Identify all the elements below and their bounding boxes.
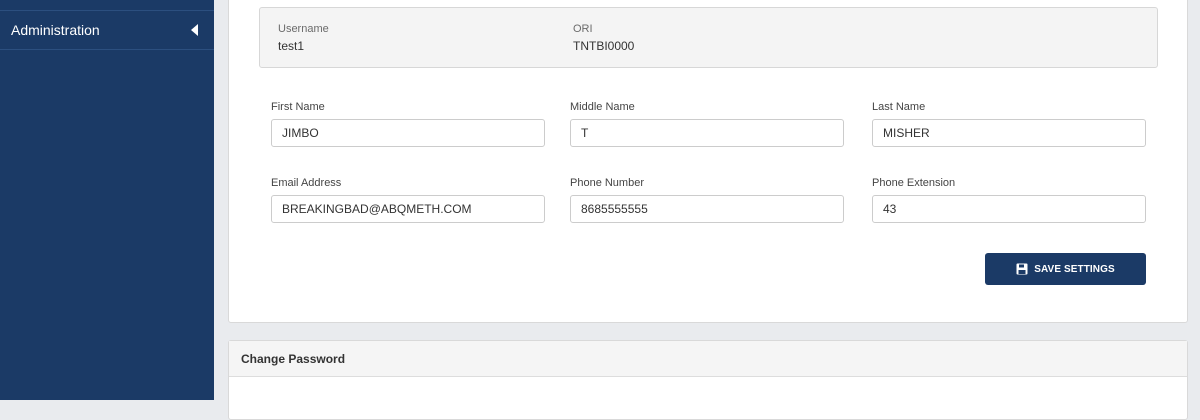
phone-extension-label: Phone Extension — [872, 177, 956, 189]
phone-extension-field[interactable] — [872, 195, 1146, 223]
save-settings-label: SAVE SETTINGS — [1034, 263, 1115, 275]
last-name-field[interactable] — [872, 119, 1146, 147]
email-field[interactable] — [271, 195, 545, 223]
floppy-disk-icon — [1016, 263, 1028, 275]
profile-settings-card: Username test1 ORI TNTBI0000 First Name … — [228, 0, 1188, 323]
change-password-title: Change Password — [241, 351, 346, 366]
username-value: test1 — [278, 39, 305, 53]
phone-number-field[interactable] — [570, 195, 844, 223]
middle-name-field[interactable] — [570, 119, 844, 147]
ori-value: TNTBI0000 — [573, 39, 635, 53]
sidebar-item-label: Administration — [11, 21, 100, 38]
change-password-panel: Change Password — [228, 340, 1188, 420]
user-info-box: Username test1 ORI TNTBI0000 — [259, 7, 1158, 68]
caret-left-icon — [191, 24, 198, 36]
change-password-header[interactable]: Change Password — [229, 341, 1187, 377]
first-name-label: First Name — [271, 101, 325, 113]
save-settings-button[interactable]: SAVE SETTINGS — [985, 253, 1146, 285]
middle-name-label: Middle Name — [570, 101, 635, 113]
first-name-field[interactable] — [271, 119, 545, 147]
sidebar-item-administration[interactable]: Administration — [0, 10, 214, 50]
phone-number-label: Phone Number — [570, 177, 644, 189]
username-label: Username — [278, 23, 329, 35]
ori-label: ORI — [573, 23, 593, 35]
email-label: Email Address — [271, 177, 342, 189]
sidebar: Administration — [0, 0, 214, 400]
last-name-label: Last Name — [872, 101, 926, 113]
